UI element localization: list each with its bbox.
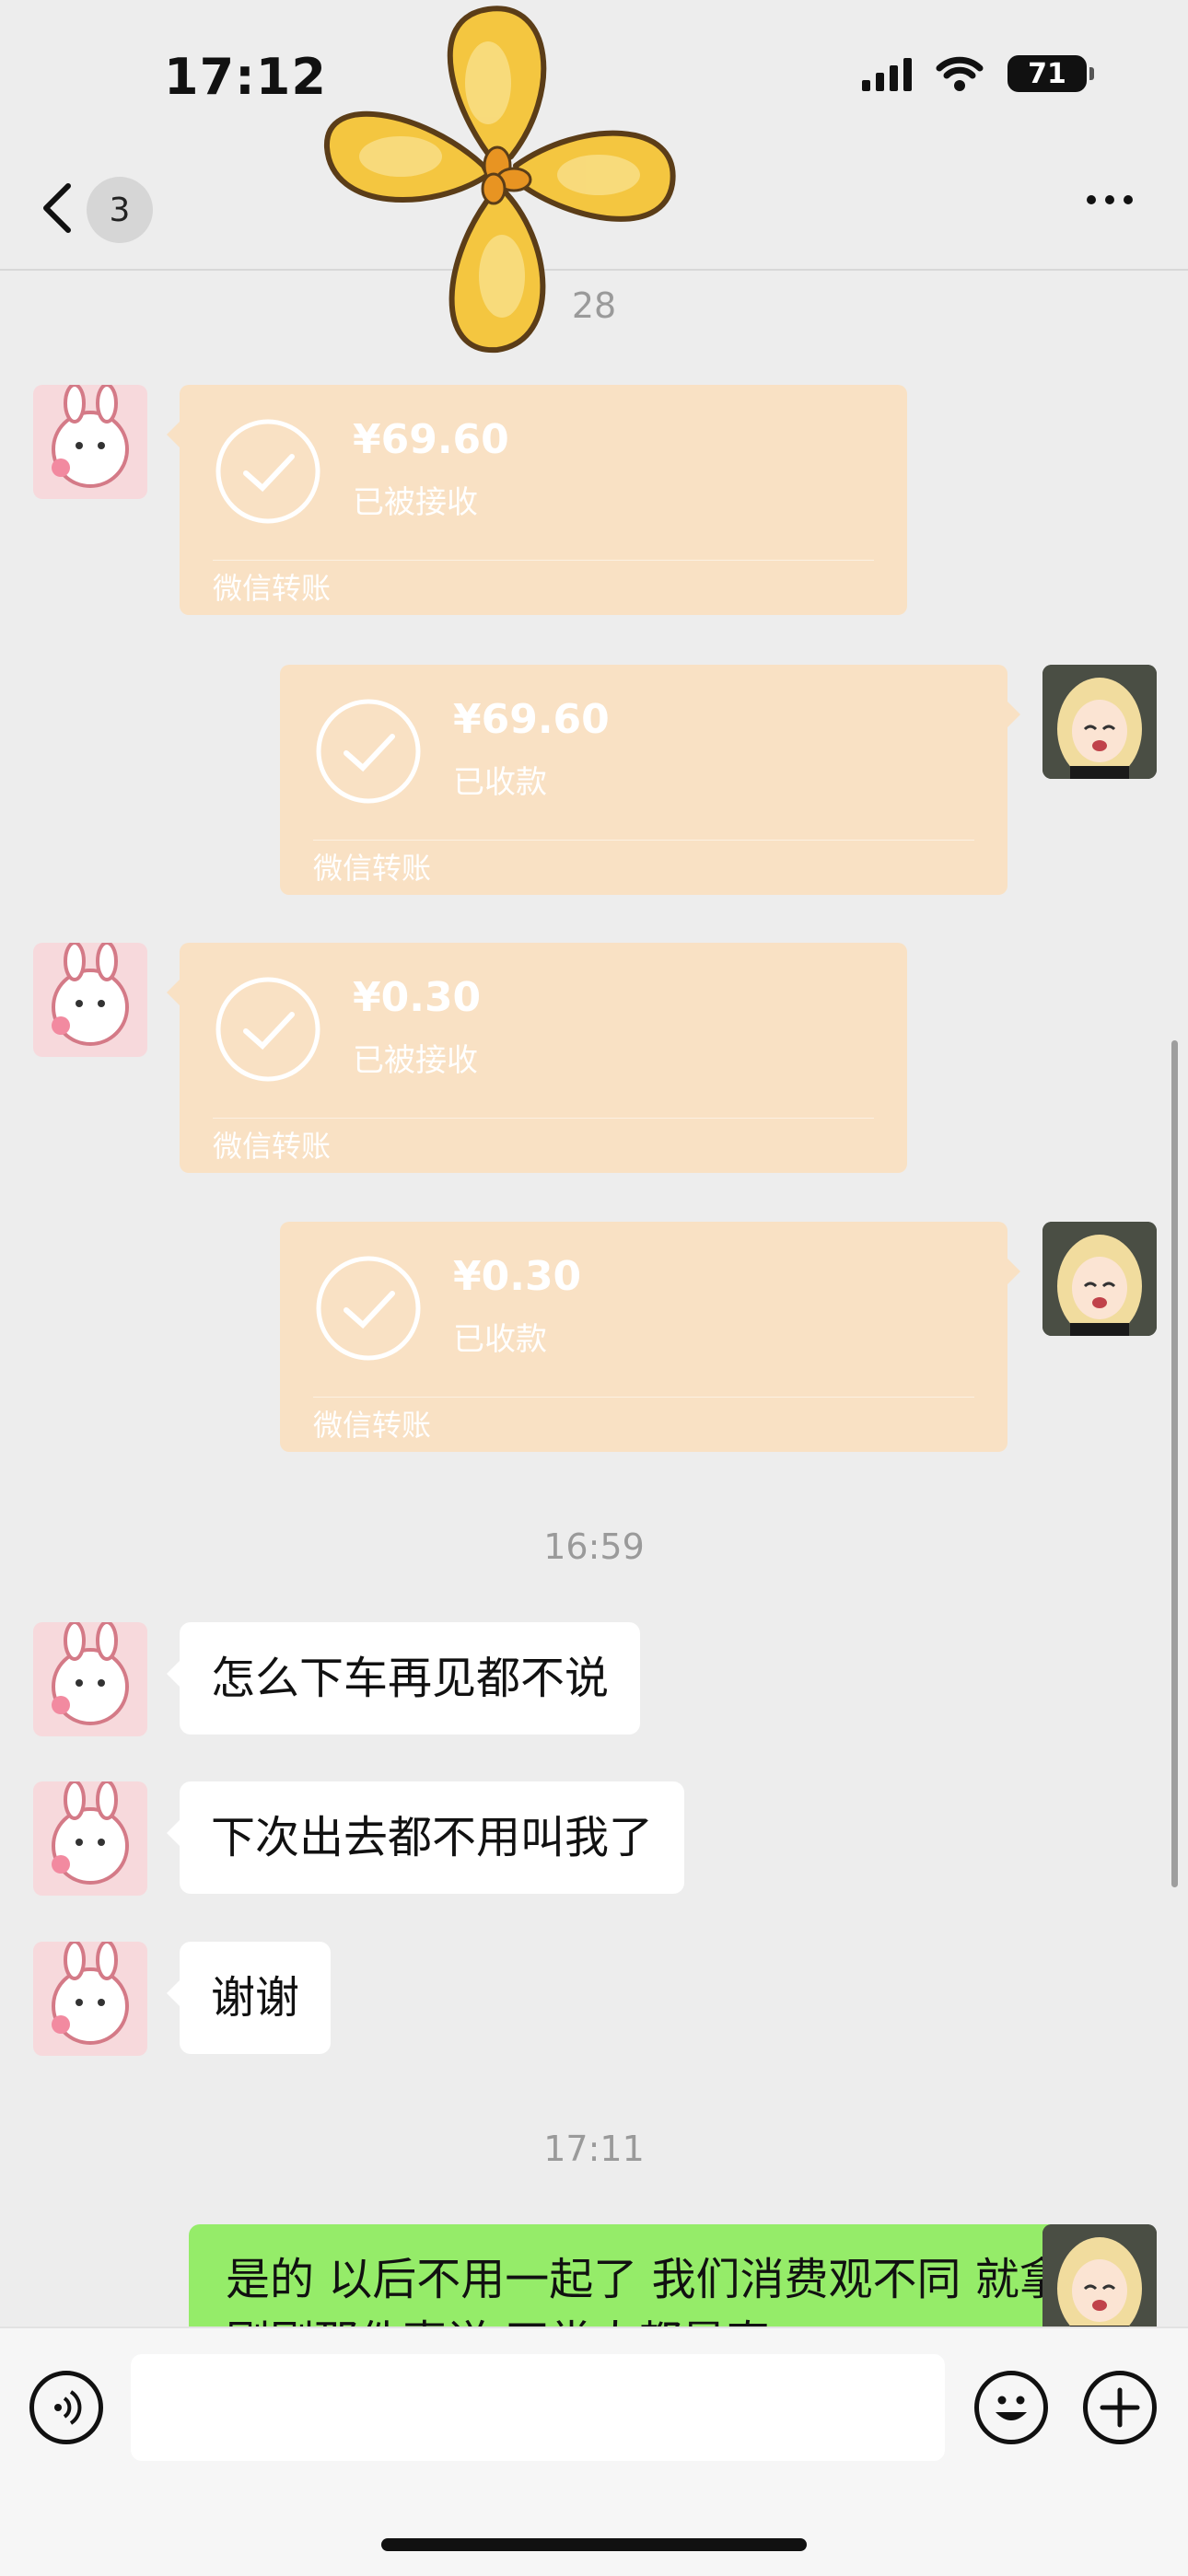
girl-avatar-icon [1042, 2224, 1157, 2338]
transfer-amount: ¥0.30 [453, 1253, 582, 1300]
bunny-avatar-icon [52, 1622, 129, 1725]
back-chevron-icon [43, 183, 71, 233]
divider [313, 1397, 974, 1398]
message-bubble[interactable]: 下次出去都不用叫我了 [166, 1781, 685, 1894]
timestamp: 17:11 [543, 2129, 645, 2169]
home-indicator[interactable] [381, 2538, 807, 2551]
contact-avatar[interactable] [33, 385, 147, 499]
divider [313, 840, 974, 841]
transfer-label: 微信转账 [213, 1129, 332, 1164]
my-avatar[interactable] [1042, 665, 1157, 779]
contact-avatar[interactable] [33, 1942, 147, 2056]
contact-avatar[interactable] [33, 1622, 147, 1736]
divider [213, 1118, 874, 1119]
girl-avatar-icon [1042, 1222, 1157, 1336]
plus-button[interactable] [1083, 2371, 1157, 2444]
message-input[interactable] [131, 2354, 945, 2461]
transfer-amount: ¥69.60 [353, 416, 509, 463]
transfer-amount: ¥0.30 [353, 974, 482, 1021]
message-bubble[interactable]: 谢谢 [166, 1942, 332, 2054]
check-circle-icon [316, 699, 421, 804]
cellular-signal-icon [862, 56, 912, 91]
transfer-state: 已被接收 [353, 484, 478, 521]
more-dots-icon[interactable] [1087, 195, 1133, 204]
transfer-state: 已收款 [453, 1321, 547, 1358]
emoji-button[interactable] [974, 2371, 1048, 2444]
bunny-avatar-icon [52, 385, 129, 488]
contact-avatar[interactable] [33, 943, 147, 1057]
back-button[interactable]: 3 [41, 175, 169, 243]
unread-count-badge: 3 [87, 177, 153, 243]
battery-indicator: 71 [1007, 55, 1094, 92]
voice-icon [54, 2390, 82, 2425]
transfer-card[interactable]: ¥69.60 已被接收 微信转账 [167, 385, 907, 615]
transfer-label: 微信转账 [313, 1408, 432, 1443]
bunny-avatar-icon [52, 943, 129, 1046]
timestamp: 16:59 [543, 1526, 645, 1567]
status-time: 17:12 [164, 48, 327, 106]
message-bubble[interactable]: 怎么下车再见都不说 [166, 1622, 641, 1735]
timestamp: 28 [571, 285, 617, 326]
transfer-state: 已被接收 [353, 1042, 478, 1079]
transfer-label: 微信转账 [213, 571, 332, 606]
check-circle-icon [316, 1256, 421, 1361]
transfer-amount: ¥69.60 [453, 696, 610, 743]
bunny-avatar-icon [52, 1942, 129, 2045]
voice-button[interactable] [29, 2371, 103, 2444]
my-avatar[interactable] [1042, 2224, 1157, 2338]
transfer-state: 已收款 [453, 764, 547, 801]
divider [213, 560, 874, 561]
bunny-avatar-icon [52, 1781, 129, 1885]
plus-icon [1100, 2387, 1140, 2428]
emoji-icon [996, 2396, 1027, 2420]
girl-avatar-icon [1042, 665, 1157, 779]
my-avatar[interactable] [1042, 1222, 1157, 1336]
transfer-card[interactable]: ¥69.60 已收款 微信转账 [280, 665, 1020, 895]
transfer-card[interactable]: ¥0.30 已收款 微信转账 [280, 1222, 1020, 1452]
battery-level: 71 [1028, 57, 1066, 90]
transfer-label: 微信转账 [313, 851, 432, 886]
check-circle-icon [215, 419, 320, 524]
transfer-card[interactable]: ¥0.30 已被接收 微信转账 [167, 943, 907, 1173]
status-indicators: 71 [862, 55, 1094, 92]
scroll-indicator[interactable] [1171, 1040, 1178, 1887]
check-circle-icon [215, 977, 320, 1082]
contact-avatar[interactable] [33, 1781, 147, 1896]
wifi-icon [936, 56, 984, 91]
